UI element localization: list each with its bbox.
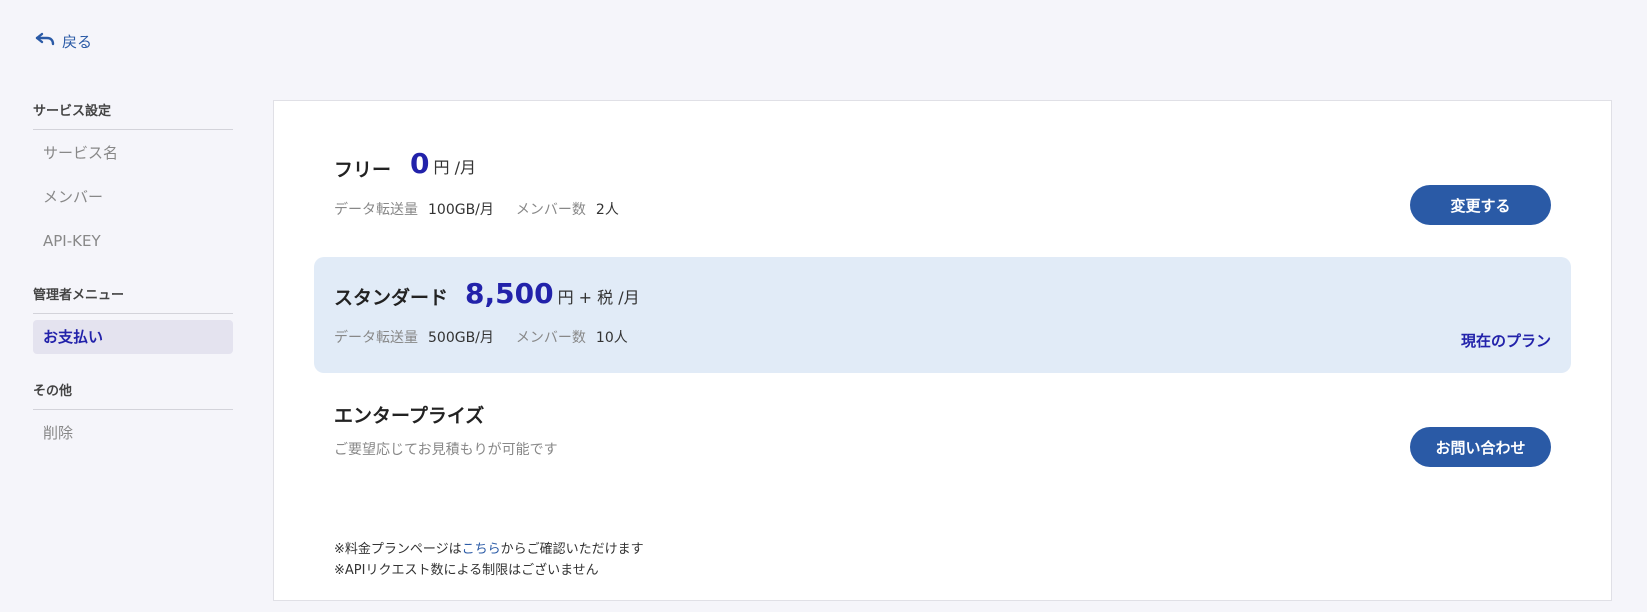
- sidebar-item-delete[interactable]: 削除: [33, 416, 233, 450]
- note-suffix: からご確認いただけます: [500, 542, 644, 557]
- plan-name: エンタープライズ: [334, 405, 485, 427]
- sidebar-heading-admin: 管理者メニュー: [33, 284, 233, 314]
- price-unit: 円 + 税 /月: [557, 288, 640, 307]
- plan-standard: スタンダード 8,500 円 + 税 /月 データ転送量 500GB/月 メンバ…: [314, 257, 1571, 373]
- price-unit: 円 /月: [433, 158, 476, 177]
- contact-button[interactable]: お問い合わせ: [1410, 427, 1551, 467]
- plan-price: 0 円 /月: [410, 147, 476, 180]
- price-amount: 8,500: [465, 277, 554, 310]
- change-plan-button[interactable]: 変更する: [1410, 185, 1551, 225]
- plan-name: スタンダード: [334, 287, 449, 309]
- undo-arrow-icon: [34, 30, 56, 52]
- note-api-limit: ※APIリクエスト数による制限はございません: [334, 563, 599, 578]
- note-pricing-page: ※料金プランページはこちらからご確認いただけます: [334, 539, 644, 560]
- back-link[interactable]: 戻る: [34, 30, 92, 52]
- back-label: 戻る: [62, 32, 93, 51]
- plan-enterprise: エンタープライズ ご要望応じてお見積もりが可能です お問い合わせ: [314, 387, 1571, 487]
- sidebar-section-service: サービス設定 サービス名 メンバー API-KEY: [33, 100, 233, 258]
- sidebar-item-api-key[interactable]: API-KEY: [33, 224, 233, 258]
- transfer-value: 500GB/月: [428, 330, 494, 346]
- members-label: メンバー数: [515, 330, 586, 346]
- sidebar-item-service-name[interactable]: サービス名: [33, 136, 233, 170]
- members-value: 2人: [595, 202, 619, 218]
- sidebar-item-members[interactable]: メンバー: [33, 180, 233, 214]
- plan-free: フリー 0 円 /月 データ転送量 100GB/月 メンバー数 2人 変更する: [314, 133, 1571, 253]
- plan-specs: データ転送量 500GB/月 メンバー数 10人: [334, 327, 640, 347]
- transfer-label: データ転送量: [334, 330, 418, 346]
- plan-specs: データ転送量 100GB/月 メンバー数 2人: [334, 199, 631, 219]
- plans-panel: フリー 0 円 /月 データ転送量 100GB/月 メンバー数 2人 変更する …: [273, 100, 1612, 601]
- members-value: 10人: [595, 330, 628, 346]
- plan-price: 8,500 円 + 税 /月: [465, 277, 640, 310]
- sidebar-heading-service: サービス設定: [33, 100, 233, 130]
- plan-name: フリー: [334, 159, 392, 181]
- members-label: メンバー数: [515, 202, 586, 218]
- pricing-notes: ※料金プランページはこちらからご確認いただけます ※APIリクエスト数による制限…: [334, 539, 644, 581]
- price-amount: 0: [410, 147, 430, 180]
- pricing-page-link[interactable]: こちら: [462, 542, 501, 557]
- current-plan-label: 現在のプラン: [1460, 332, 1551, 350]
- transfer-label: データ転送量: [334, 202, 418, 218]
- plan-description: ご要望応じてお見積もりが可能です: [334, 442, 558, 458]
- note-prefix: ※料金プランページは: [334, 542, 462, 557]
- sidebar-section-other: その他 削除: [33, 380, 233, 450]
- sidebar: サービス設定 サービス名 メンバー API-KEY 管理者メニュー お支払い そ…: [33, 100, 233, 476]
- sidebar-section-admin: 管理者メニュー お支払い: [33, 284, 233, 354]
- sidebar-item-payment[interactable]: お支払い: [33, 320, 233, 354]
- sidebar-heading-other: その他: [33, 380, 233, 410]
- transfer-value: 100GB/月: [428, 202, 494, 218]
